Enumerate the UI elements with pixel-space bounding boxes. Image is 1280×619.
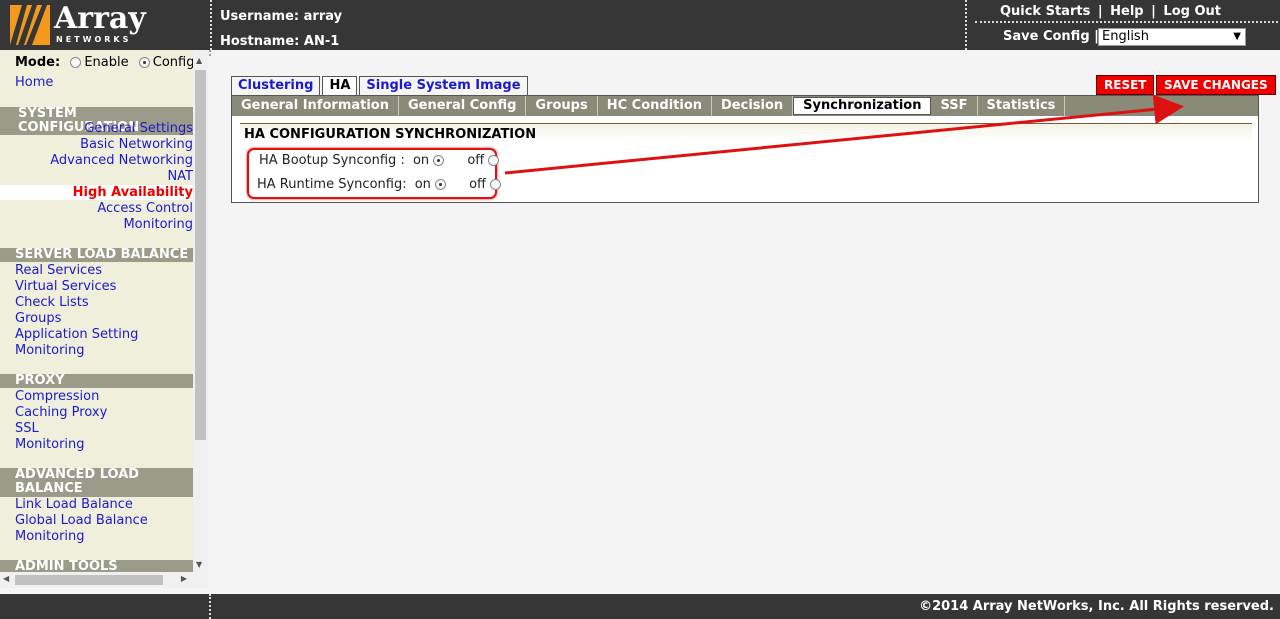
runtime-synconfig-row: HA Runtime Synconfig: on off	[257, 177, 504, 192]
header-divider-h	[975, 21, 1278, 23]
scroll-up-icon[interactable]: ▲	[196, 56, 202, 65]
help-link[interactable]: Help	[1110, 4, 1143, 19]
sub-tabs: General Information General Config Groups H…	[232, 96, 1258, 116]
section-proxy: PROXY	[0, 374, 193, 388]
logo-mark-icon	[10, 5, 50, 45]
separator: |	[1151, 4, 1156, 19]
sidebar-item-real-services[interactable]: Real Services	[15, 263, 102, 278]
scroll-down-icon[interactable]: ▼	[196, 560, 202, 569]
session-info: Username: array Hostname: AN-1	[220, 4, 342, 54]
logo-brand-text: Array	[54, 1, 146, 36]
tab-single-system-image[interactable]: Single System Image	[359, 76, 528, 96]
sidebar-item-home[interactable]: Home	[15, 75, 53, 90]
sidebar-item-general-settings[interactable]: General Settings	[84, 121, 193, 136]
sidebar-item-basic-networking[interactable]: Basic Networking	[80, 137, 193, 152]
bootup-off-label: off	[467, 153, 485, 168]
username-text: Username: array	[220, 9, 343, 24]
bootup-off-radio[interactable]	[488, 155, 500, 166]
subtab-hc-condition[interactable]: HC Condition	[598, 96, 713, 116]
mode-enable-label: Enable	[84, 55, 129, 70]
sidebar-item-proxy-monitoring[interactable]: Monitoring	[15, 437, 85, 452]
sidebar-item-link-load-balance[interactable]: Link Load Balance	[15, 497, 133, 512]
subtab-statistics[interactable]: Statistics	[978, 96, 1066, 116]
footer-divider	[209, 594, 211, 619]
runtime-on-radio[interactable]	[434, 179, 446, 190]
language-select-value: English	[1102, 29, 1149, 44]
highlight-annotation-box: HA Bootup Synconfig : on off HA Runtime …	[247, 148, 501, 199]
mode-label: Mode:	[15, 55, 61, 70]
subtab-decision[interactable]: Decision	[712, 96, 794, 116]
sidebar-item-monitoring[interactable]: Monitoring	[123, 217, 193, 232]
array-networks-logo[interactable]: Array NETWORKS	[10, 1, 200, 45]
subtab-general-information[interactable]: General Information	[232, 96, 399, 116]
tab-ha[interactable]: HA	[322, 76, 358, 96]
sidebar-item-high-availability[interactable]: High Availability	[0, 185, 193, 200]
mode-config-radio[interactable]	[138, 57, 150, 68]
sidebar-vertical-scrollbar[interactable]: ▲ ▼	[193, 50, 208, 572]
footer: ©2014 Array NetWorks, Inc. All Rights re…	[0, 594, 1280, 619]
top-header: Array NETWORKS Username: array Hostname:…	[0, 0, 1280, 50]
sidebar-item-groups[interactable]: Groups	[15, 311, 61, 326]
bootup-on-radio[interactable]	[433, 155, 445, 166]
scrollbar-corner	[193, 572, 208, 588]
sidebar: Mode: Enable Config Home SYSTEM CONFIGUR…	[0, 50, 193, 572]
section-admin-tools: ADMIN TOOLS	[0, 560, 193, 572]
save-changes-button[interactable]: SAVE CHANGES	[1156, 75, 1276, 95]
sidebar-item-advanced-networking[interactable]: Advanced Networking	[50, 153, 193, 168]
header-divider	[210, 0, 212, 50]
sidebar-item-caching-proxy[interactable]: Caching Proxy	[15, 405, 107, 420]
quick-links: Quick Starts | Help | Log Out	[1000, 4, 1221, 19]
sidebar-item-ssl[interactable]: SSL	[15, 421, 39, 436]
mode-selector: Mode: Enable Config	[15, 55, 193, 70]
section-advanced-load-balance-line1: ADVANCED LOAD	[15, 467, 140, 482]
sidebar-item-virtual-services[interactable]: Virtual Services	[15, 279, 116, 294]
save-config-link[interactable]: Save Config |	[1003, 29, 1099, 44]
bootup-synconfig-row: HA Bootup Synconfig : on off	[259, 153, 502, 168]
runtime-on-label: on	[414, 177, 431, 192]
separator: |	[1097, 4, 1103, 19]
sidebar-item-access-control[interactable]: Access Control	[97, 201, 193, 216]
subtab-groups[interactable]: Groups	[526, 96, 598, 116]
main-content: Clustering HA Single System Image RESET SA…	[213, 50, 1280, 594]
subtab-synchronization[interactable]: Synchronization	[793, 97, 932, 115]
section-advanced-load-balance-line2: BALANCE	[15, 481, 83, 496]
footer-left	[0, 594, 208, 619]
runtime-off-label: off	[469, 177, 486, 192]
chevron-down-icon: ▼	[1233, 31, 1241, 42]
hscroll-thumb[interactable]	[15, 575, 163, 585]
quick-starts-link[interactable]: Quick Starts	[1000, 4, 1090, 19]
language-select[interactable]: English ▼	[1098, 28, 1246, 46]
subtab-general-config[interactable]: General Config	[399, 96, 527, 116]
section-title: HA CONFIGURATION SYNCHRONIZATION	[244, 127, 537, 142]
sidebar-item-application-setting[interactable]: Application Setting	[15, 327, 138, 342]
bootup-synconfig-label: HA Bootup Synconfig :	[259, 153, 405, 168]
bootup-on-label: on	[412, 153, 430, 168]
sidebar-horizontal-scrollbar[interactable]: ◀ ▶	[0, 572, 193, 588]
runtime-synconfig-label: HA Runtime Synconfig:	[257, 177, 407, 192]
scroll-right-icon[interactable]: ▶	[181, 574, 187, 583]
sidebar-item-nat[interactable]: NAT	[167, 169, 193, 184]
mode-config-label: Config	[152, 55, 193, 70]
subtab-ssf[interactable]: SSF	[931, 96, 978, 116]
tab-clustering[interactable]: Clustering	[231, 76, 321, 96]
copyright-text: ©2014 Array NetWorks, Inc. All Rights re…	[919, 599, 1274, 614]
top-right-controls: Quick Starts | Help | Log Out Save Confi…	[975, 0, 1280, 50]
top-tabs: Clustering HA Single System Image	[231, 76, 530, 96]
sidebar-item-allb-monitoring[interactable]: Monitoring	[15, 529, 85, 544]
scroll-left-icon[interactable]: ◀	[3, 574, 9, 583]
scroll-thumb[interactable]	[195, 70, 206, 440]
logout-link[interactable]: Log Out	[1163, 4, 1221, 19]
runtime-off-radio[interactable]	[489, 179, 501, 190]
reset-button[interactable]: RESET	[1096, 75, 1155, 95]
sidebar-item-global-load-balance[interactable]: Global Load Balance	[15, 513, 148, 528]
section-server-load-balance: SERVER LOAD BALANCE	[0, 248, 193, 262]
logo-sub-text: NETWORKS	[56, 35, 132, 44]
mode-enable-radio[interactable]	[70, 57, 82, 68]
section-advanced-load-balance: ADVANCED LOAD BALANCE	[0, 468, 193, 497]
sidebar-item-compression[interactable]: Compression	[15, 389, 99, 404]
sidebar-item-check-lists[interactable]: Check Lists	[15, 295, 89, 310]
sidebar-item-slb-monitoring[interactable]: Monitoring	[15, 343, 85, 358]
ha-panel: General Information General Config Groups H…	[231, 95, 1259, 203]
header-divider-right	[965, 0, 967, 50]
